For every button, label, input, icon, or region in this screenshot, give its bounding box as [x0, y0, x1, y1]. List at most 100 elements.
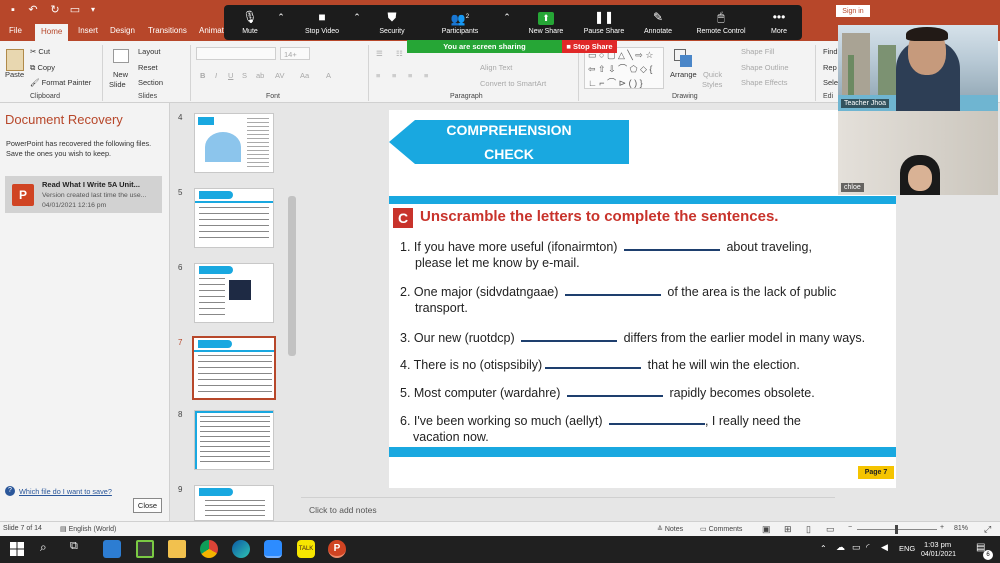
thumbnails-scrollbar[interactable] — [288, 196, 296, 356]
notes-toggle[interactable]: ≙ Notes — [657, 525, 683, 533]
align-text-button[interactable]: Align Text — [480, 63, 512, 72]
clock-time[interactable]: 1:03 pm — [924, 540, 951, 549]
video-options-chevron[interactable]: ⌃ — [350, 5, 364, 40]
annotate-button[interactable]: ✎ Annotate — [634, 5, 682, 40]
security-button[interactable]: ⛊ Security — [372, 5, 412, 40]
store-icon[interactable] — [136, 540, 154, 558]
select-button[interactable]: Sele — [823, 78, 838, 87]
tab-home[interactable]: Home — [35, 24, 69, 41]
find-button[interactable]: Find — [823, 47, 838, 56]
normal-view-icon[interactable]: ▣ — [762, 524, 771, 535]
paste-button[interactable]: Paste — [5, 70, 24, 79]
tab-transitions[interactable]: Transitions — [148, 26, 187, 35]
stop-video-button[interactable]: ■ Stop Video — [298, 5, 346, 40]
task-view-icon[interactable]: ⧉ — [70, 540, 88, 558]
input-language[interactable]: ENG — [899, 544, 915, 553]
italic-button[interactable]: I — [215, 71, 217, 80]
shapes-gallery[interactable]: ▭ ○ ▢ △ ╲ ⇨ ☆ ⇦ ⇧ ⇩ ⌒ ⬠ ◇ {∟ ⌐ ⌒ ⊳ ( ) } — [584, 47, 664, 89]
bullets-button[interactable]: ☰ — [376, 49, 383, 58]
char-spacing-button[interactable]: AV — [275, 71, 284, 80]
close-button[interactable]: Close — [133, 498, 162, 513]
justify-button[interactable]: ≡ — [424, 71, 428, 80]
app-icon[interactable] — [103, 540, 121, 558]
pause-share-button[interactable]: ❚❚ Pause Share — [576, 5, 632, 40]
clock-date[interactable]: 04/01/2021 — [921, 551, 956, 558]
font-size-select[interactable]: 14+ — [280, 47, 310, 60]
slideshow-icon[interactable]: ▭ — [68, 3, 82, 17]
save-icon[interactable]: ▪ — [6, 3, 20, 17]
font-name-select[interactable] — [196, 47, 276, 60]
font-color-button[interactable]: A — [326, 71, 331, 80]
video-tile-host[interactable]: Teacher Jhoa — [838, 25, 998, 111]
tab-file[interactable]: File — [9, 26, 22, 35]
remote-control-button[interactable]: 🖱 Remote Control — [688, 5, 754, 40]
change-case-button[interactable]: Aa — [300, 71, 309, 80]
zoom-app-icon[interactable] — [264, 540, 282, 558]
notes-pane[interactable]: Click to add notes — [301, 497, 835, 521]
strikethrough-button[interactable]: ab — [256, 71, 264, 80]
align-left-button[interactable]: ≡ — [376, 71, 380, 80]
edge-icon[interactable] — [232, 540, 250, 558]
shape-outline-button[interactable]: Shape Outline — [741, 63, 789, 72]
arrange-icon[interactable] — [672, 47, 696, 69]
stop-share-button[interactable]: ■ Stop Share — [562, 40, 617, 53]
smartart-button[interactable]: Convert to SmartArt — [480, 79, 546, 88]
format-painter-button[interactable]: 🖌 Format Painter — [30, 78, 91, 87]
zoom-slider-thumb[interactable] — [895, 525, 898, 534]
reading-view-icon[interactable]: ▯ — [806, 524, 811, 535]
chevron-up-icon[interactable]: ⌃ — [820, 544, 827, 553]
shadow-button[interactable]: S — [242, 71, 247, 80]
bold-button[interactable]: B — [200, 71, 205, 80]
battery-icon[interactable]: ▭ — [852, 542, 861, 553]
slide-thumbnail-6[interactable] — [194, 263, 274, 323]
customize-qat-icon[interactable]: ▾ — [86, 3, 100, 17]
cut-button[interactable]: ✂ Cut — [30, 47, 50, 56]
align-center-button[interactable]: ≡ — [392, 71, 396, 80]
new-slide-button[interactable]: New — [113, 70, 128, 79]
sign-in-button[interactable]: Sign in — [836, 5, 870, 17]
replace-button[interactable]: Rep — [823, 63, 837, 72]
copy-button[interactable]: ⧉ Copy — [30, 63, 55, 73]
new-slide-icon[interactable] — [113, 49, 129, 63]
fit-to-window-icon[interactable]: ⤢ — [984, 524, 991, 535]
file-explorer-icon[interactable] — [168, 540, 186, 558]
layout-button[interactable]: Layout — [138, 47, 161, 56]
shape-fill-button[interactable]: Shape Fill — [741, 47, 774, 56]
shape-effects-button[interactable]: Shape Effects — [741, 78, 788, 87]
slide-thumbnail-5[interactable] — [194, 188, 274, 248]
speaker-icon[interactable]: ◀ — [881, 542, 888, 553]
cloud-icon[interactable]: ☁ — [836, 542, 845, 553]
paste-icon[interactable] — [6, 49, 24, 71]
language-indicator[interactable]: ▤ English (World) — [60, 525, 116, 533]
tab-insert[interactable]: Insert — [78, 26, 98, 35]
undo-icon[interactable]: ↶ — [26, 3, 40, 17]
numbering-button[interactable]: ☷ — [396, 49, 403, 58]
zoom-in-icon[interactable]: + — [940, 524, 944, 531]
kakaotalk-icon[interactable]: TALK — [297, 540, 315, 558]
section-button[interactable]: Section — [138, 78, 163, 87]
underline-button[interactable]: U — [228, 71, 233, 80]
search-icon[interactable]: ⌕ — [40, 540, 58, 558]
tab-design[interactable]: Design — [110, 26, 135, 35]
slide-sorter-icon[interactable]: ⊞ — [784, 524, 792, 535]
wifi-icon[interactable]: ◜ — [866, 542, 870, 553]
zoom-out-icon[interactable]: − — [848, 524, 852, 531]
recovered-file-item[interactable]: P Read What I Write 5A Unit... Version c… — [5, 176, 162, 213]
slide-thumbnail-7[interactable] — [192, 336, 276, 400]
reset-button[interactable]: Reset — [138, 63, 158, 72]
more-button[interactable]: ••• More — [760, 5, 798, 40]
participants-chevron[interactable]: ⌃ — [500, 5, 514, 40]
quick-styles-button[interactable]: Quick — [703, 70, 722, 79]
redo-icon[interactable]: ↻ — [48, 3, 62, 17]
windows-start-icon[interactable] — [10, 542, 24, 556]
which-file-help-link[interactable]: Which file do I want to save? — [19, 487, 112, 496]
participants-button[interactable]: 👥2 Participants — [432, 5, 488, 40]
arrange-button[interactable]: Arrange — [670, 70, 697, 79]
slide-canvas[interactable]: COMPREHENSION CHECK C Unscramble the let… — [389, 110, 896, 488]
audio-options-chevron[interactable]: ⌃ — [274, 5, 288, 40]
comments-toggle[interactable]: ▭ Comments — [700, 525, 742, 533]
zoom-level[interactable]: 81% — [954, 525, 968, 532]
slideshow-view-icon[interactable]: ▭ — [826, 524, 835, 535]
slide-thumbnail-4[interactable] — [194, 113, 274, 173]
align-right-button[interactable]: ≡ — [408, 71, 412, 80]
